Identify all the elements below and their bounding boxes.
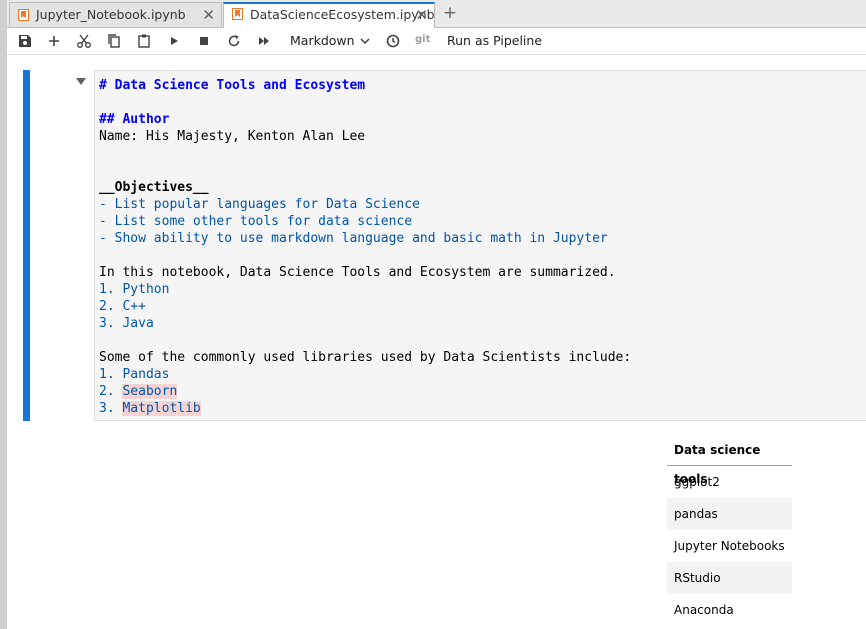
tab-bar: Jupyter_Notebook.ipynb ✕ DataScienceEcos… (7, 0, 866, 28)
cut-icon[interactable] (74, 31, 94, 51)
code-line: # Data Science Tools and Ecosystem (99, 78, 366, 93)
cell-type-dropdown[interactable]: Markdown (290, 31, 370, 51)
close-icon[interactable]: ✕ (415, 4, 428, 26)
fast-forward-icon[interactable] (254, 31, 274, 51)
restart-icon[interactable] (224, 31, 244, 51)
new-tab-button[interactable]: + (436, 2, 464, 26)
code-line: 2. C++ (99, 299, 146, 314)
code-line: __Objectives__ (99, 180, 209, 195)
code-line: 3. Java (99, 316, 154, 331)
run-icon[interactable] (164, 31, 184, 51)
tab-datascience-ecosystem[interactable]: DataScienceEcosystem.ipynb ✕ (223, 2, 435, 28)
paste-icon[interactable] (134, 31, 154, 51)
code-line: 2. Seaborn (99, 383, 178, 400)
active-cell-indicator[interactable] (23, 70, 30, 421)
code-line: 3. Matplotlib (99, 400, 201, 417)
left-sidebar-strip (0, 0, 7, 629)
table-row: pandas (667, 498, 792, 530)
code-line: - List some other tools for data science (99, 214, 413, 229)
notebook-toolbar: Markdown git Run as Pipeline (7, 28, 866, 55)
save-icon[interactable] (15, 31, 35, 51)
code-line: Name: His Majesty, Kenton Alan Lee (99, 129, 366, 144)
list-prefix: 3. (99, 401, 123, 416)
list-prefix: 2. (99, 384, 123, 399)
markdown-cell-editor[interactable]: # Data Science Tools and Ecosystem ## Au… (94, 70, 866, 421)
clock-icon[interactable] (383, 31, 403, 51)
code-line: - List popular languages for Data Scienc… (99, 197, 420, 212)
spellcheck-word: Matplotlib (122, 401, 201, 416)
tab-label: DataScienceEcosystem.ipynb (250, 7, 435, 22)
code-line: 1. Pandas (99, 367, 170, 382)
cell-type-value: Markdown (290, 33, 355, 48)
table-row: Jupyter Notebooks (674, 539, 785, 553)
notebook-icon (18, 9, 29, 21)
table-row: ggplot2 (674, 475, 720, 489)
code-line: ## Author (99, 112, 170, 127)
collapse-heading-icon[interactable] (76, 78, 86, 85)
code-line: 1. Python (99, 282, 170, 297)
table-header: Data science tools (667, 436, 792, 486)
close-icon[interactable]: ✕ (202, 3, 215, 27)
copy-icon[interactable] (104, 31, 124, 51)
code-line: - Show ability to use markdown language … (99, 231, 608, 246)
tab-label: Jupyter_Notebook.ipynb (36, 7, 186, 22)
git-button[interactable]: git (415, 34, 430, 45)
run-as-pipeline-button[interactable]: Run as Pipeline (447, 31, 542, 51)
notebook-icon (232, 8, 243, 20)
tab-jupyter-notebook[interactable]: Jupyter_Notebook.ipynb ✕ (9, 2, 222, 27)
code-line: In this notebook, Data Science Tools and… (99, 265, 616, 280)
stop-icon[interactable] (194, 31, 214, 51)
code-line: Some of the commonly used libraries used… (99, 350, 632, 365)
table-row: RStudio (667, 562, 792, 594)
add-cell-icon[interactable] (44, 31, 64, 51)
spellcheck-word: Seaborn (122, 384, 178, 399)
chevron-down-icon (360, 38, 370, 45)
table-row: Anaconda (674, 603, 734, 617)
data-science-tools-table: Data science tools ggplot2 pandas Jupyte… (667, 436, 792, 626)
